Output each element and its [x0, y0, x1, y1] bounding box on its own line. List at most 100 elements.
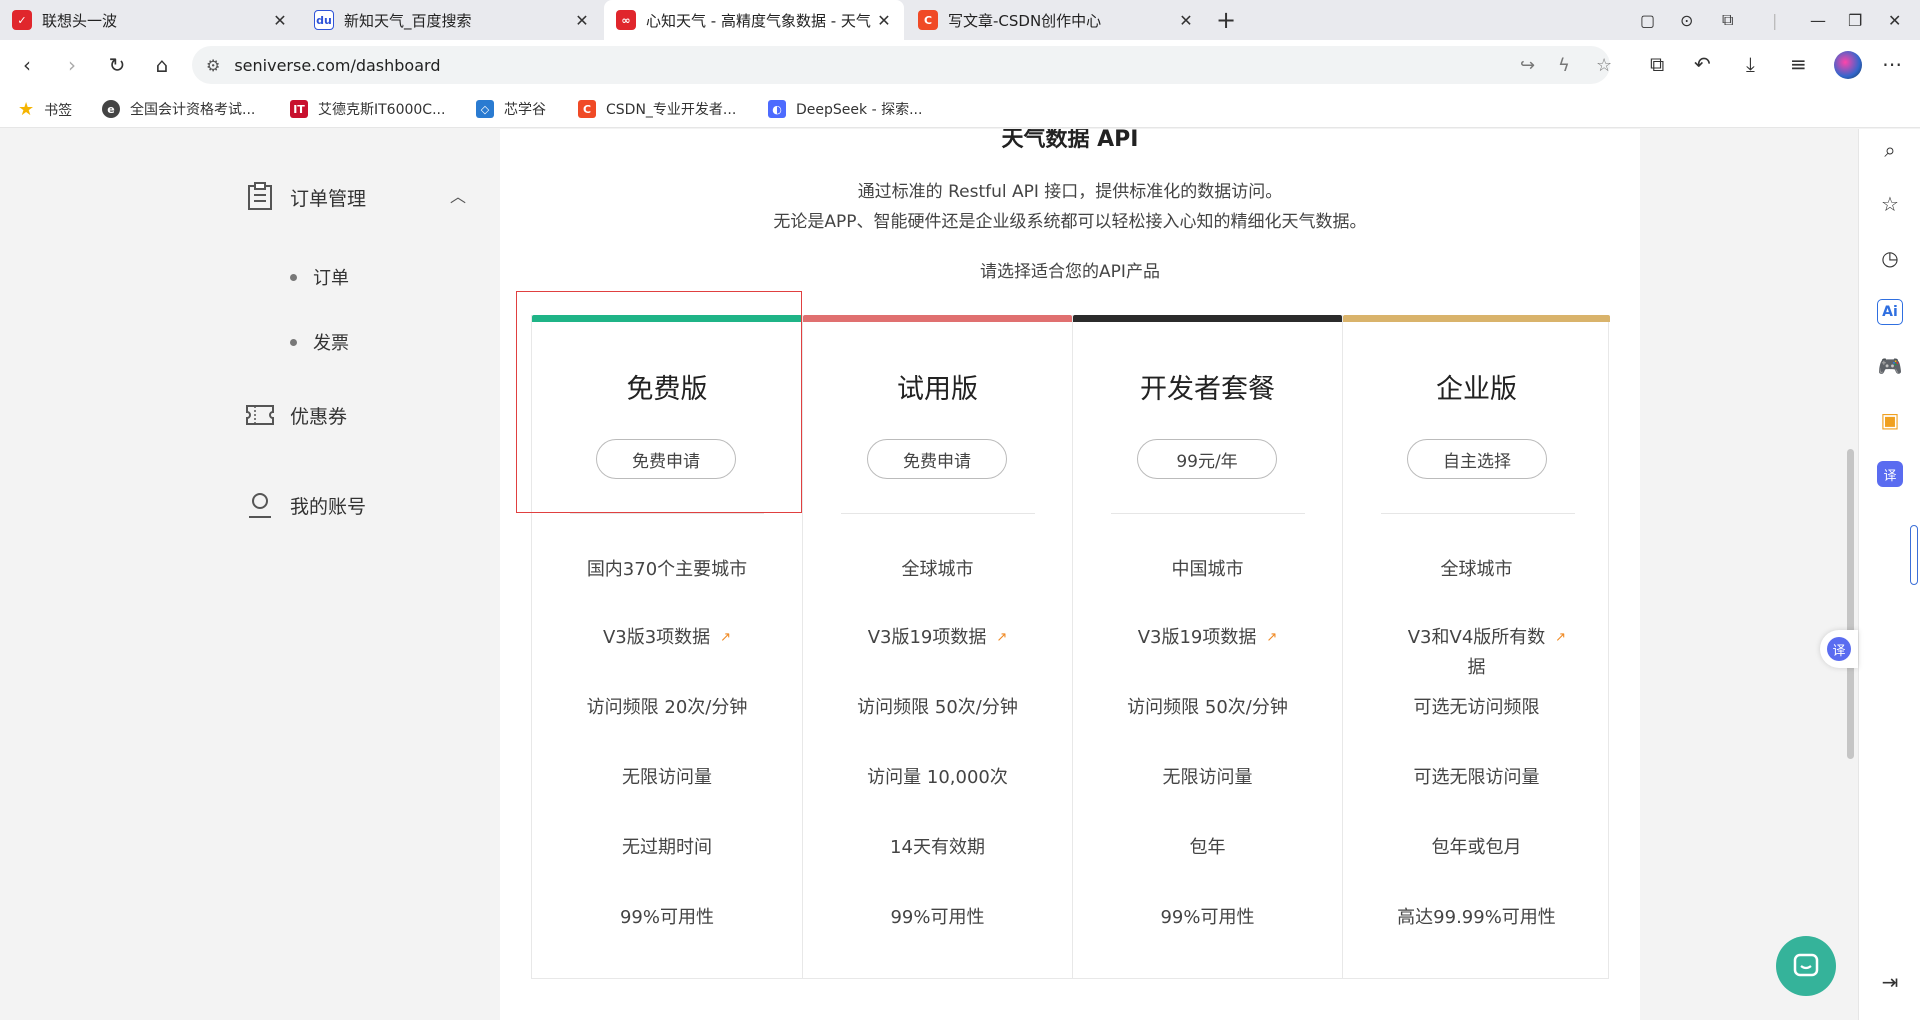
- plan-feature[interactable]: V3版19项数据 ↗: [1073, 623, 1342, 653]
- home-icon[interactable]: ⌂: [147, 50, 177, 80]
- plan-feature: 全球城市: [901, 559, 974, 580]
- user-icon: [244, 489, 276, 521]
- bookmark-label: DeepSeek - 探索...: [796, 102, 923, 118]
- tab-baidu[interactable]: du 新知天气_百度搜索 ✕: [302, 0, 602, 40]
- selection-highlight-box: [516, 291, 802, 513]
- close-icon[interactable]: ✕: [574, 11, 590, 30]
- search-icon[interactable]: ⌕: [1877, 137, 1903, 163]
- plan-feature: 无限访问量: [1162, 767, 1253, 788]
- chevron-up-icon[interactable]: ︿: [450, 183, 466, 207]
- plan-feature-text: V3版19项数据: [867, 627, 987, 648]
- address-bar[interactable]: ⚙ seniverse.com/dashboard ↪ ϟ ☆: [192, 46, 1612, 84]
- bookmark-item[interactable]: ★ 书签: [18, 99, 72, 120]
- external-link-icon[interactable]: ↗: [996, 630, 1007, 645]
- gov-icon: e: [102, 100, 120, 118]
- external-link-icon[interactable]: ↗: [720, 630, 731, 645]
- tab-title: 心知天气 - 高精度气象数据 - 天气: [646, 11, 871, 30]
- bookmark-item[interactable]: e 全国会计资格考试...: [102, 99, 255, 119]
- baidu-icon: du: [314, 10, 334, 30]
- price-button[interactable]: 99元/年: [1137, 439, 1277, 479]
- itech-icon: IT: [290, 100, 308, 118]
- favorite-star-icon[interactable]: ☆: [1596, 55, 1612, 76]
- translate-icon[interactable]: 译: [1877, 461, 1903, 487]
- new-tab-button[interactable]: +: [1216, 6, 1236, 34]
- star-icon: ★: [18, 99, 35, 120]
- tab-seniverse[interactable]: ∞ 心知天气 - 高精度气象数据 - 天气 ✕: [604, 0, 904, 40]
- maximize-icon[interactable]: ❐: [1848, 0, 1862, 40]
- close-icon[interactable]: ✕: [1178, 11, 1194, 30]
- site-info-icon[interactable]: ⚙: [206, 56, 220, 75]
- custom-choice-button[interactable]: 自主选择: [1407, 439, 1547, 479]
- lightning-icon[interactable]: ϟ: [1558, 55, 1570, 76]
- scrollbar[interactable]: [1847, 449, 1854, 759]
- workspaces-icon[interactable]: ▢: [1640, 0, 1655, 40]
- plan-feature: 全球城市: [1440, 559, 1513, 580]
- external-link-icon[interactable]: ↗: [1555, 623, 1566, 653]
- bookmark-item[interactable]: C CSDN_专业开发者...: [578, 99, 736, 119]
- undo-icon[interactable]: ↶: [1694, 52, 1711, 76]
- bullet: [290, 273, 297, 281]
- tab-lenovo[interactable]: ✓ 联想头一波 ✕: [0, 0, 300, 40]
- game-controller-icon[interactable]: 🎮: [1877, 353, 1903, 379]
- tab-title: 新知天气_百度搜索: [344, 11, 472, 30]
- ticket-icon: [244, 399, 276, 431]
- sidebar-item-orders[interactable]: 订单管理 ︿: [244, 181, 474, 213]
- plan-card-enterprise: 企业版 自主选择 全球城市 V3和V4版所有数据 ↗ 可选无访问频限 可选无限访问…: [1342, 315, 1610, 979]
- favorites-icon[interactable]: ☆: [1877, 191, 1903, 217]
- bullet: [290, 338, 297, 346]
- sidebar-item-account[interactable]: 我的账号: [244, 489, 366, 521]
- extensions-puzzle-icon[interactable]: ⧉: [1650, 52, 1664, 76]
- minimize-icon[interactable]: —: [1810, 0, 1826, 40]
- apply-button[interactable]: 免费申请: [867, 439, 1007, 479]
- chat-icon: [1793, 953, 1819, 977]
- reading-list-icon[interactable]: ≡: [1790, 52, 1807, 76]
- tab-csdn[interactable]: C 写文章-CSDN创作中心 ✕: [906, 0, 1206, 40]
- tab-strip: ✓ 联想头一波 ✕ du 新知天气_百度搜索 ✕ ∞ 心知天气 - 高精度气象数…: [0, 0, 1920, 40]
- bookmark-item[interactable]: IT 艾德克斯IT6000C...: [290, 99, 445, 119]
- refresh-icon[interactable]: ↻: [102, 50, 132, 80]
- bookmark-label: 全国会计资格考试...: [130, 102, 256, 118]
- plan-feature: 14天有效期: [890, 837, 985, 858]
- plan-feature[interactable]: V3版3项数据 ↗: [532, 623, 802, 653]
- avatar[interactable]: [1834, 51, 1862, 79]
- sidebar-subitem-order[interactable]: 订单: [290, 264, 349, 290]
- lenovo-icon: ✓: [12, 10, 32, 30]
- collapse-panel-icon[interactable]: ⇥: [1877, 969, 1903, 995]
- gaming-icon[interactable]: ⊙: [1680, 0, 1693, 40]
- plan-feature[interactable]: V3和V4版所有数据 ↗: [1343, 623, 1610, 683]
- share-icon[interactable]: ↪: [1520, 55, 1535, 76]
- external-link-icon[interactable]: ↗: [1266, 630, 1277, 645]
- extensions-icon[interactable]: ⧉: [1722, 0, 1733, 40]
- plan-feature: 访问频限 50次/分钟: [1127, 697, 1288, 718]
- tab-title: 写文章-CSDN创作中心: [948, 11, 1102, 30]
- floating-translate-button[interactable]: 译: [1820, 630, 1858, 668]
- sidebar-item-coupons[interactable]: 优惠券: [244, 399, 347, 431]
- plan-feature: 可选无访问频限: [1413, 697, 1540, 718]
- sidebar-item-label: 优惠券: [290, 405, 348, 428]
- plan-name: 企业版: [1436, 374, 1517, 405]
- ai-icon[interactable]: Ai: [1877, 299, 1903, 325]
- bookmark-label: 艾德克斯IT6000C...: [318, 102, 446, 118]
- download-icon[interactable]: ⤓: [1746, 52, 1755, 76]
- sidebar-subitem-invoice[interactable]: 发票: [290, 329, 349, 355]
- toolbox-icon[interactable]: ▣: [1877, 407, 1903, 433]
- plan-accent-bar: [803, 315, 1072, 322]
- history-icon[interactable]: ◷: [1877, 245, 1903, 271]
- bookmark-label: 芯学谷: [504, 102, 546, 118]
- close-icon[interactable]: ✕: [272, 11, 288, 30]
- description-line-2: 无论是APP、智能硬件还是企业级系统都可以轻松接入心知的精细化天气数据。: [773, 212, 1367, 232]
- bookmark-item[interactable]: ◇ 芯学谷: [476, 99, 546, 119]
- chat-support-button[interactable]: [1776, 936, 1836, 996]
- window-close-icon[interactable]: ✕: [1888, 0, 1901, 40]
- sidebar-item-label: 我的账号: [290, 495, 367, 518]
- plan-feature[interactable]: V3版19项数据 ↗: [803, 623, 1072, 653]
- plan-feature: 可选无限访问量: [1413, 767, 1540, 788]
- address-url[interactable]: seniverse.com/dashboard: [234, 56, 440, 75]
- back-icon[interactable]: ‹: [12, 50, 42, 80]
- close-icon[interactable]: ✕: [876, 11, 892, 30]
- forward-icon[interactable]: ›: [57, 50, 87, 80]
- plan-card-trial: 试用版 免费申请 全球城市 V3版19项数据 ↗ 访问频限 50次/分钟 访问量 …: [802, 315, 1072, 979]
- more-menu-icon[interactable]: ⋯: [1882, 52, 1902, 76]
- api-products-panel: 天气数据 API 通过标准的 Restful API 接口，提供标准化的数据访问…: [500, 129, 1640, 1020]
- bookmark-item[interactable]: ◐ DeepSeek - 探索...: [768, 99, 922, 119]
